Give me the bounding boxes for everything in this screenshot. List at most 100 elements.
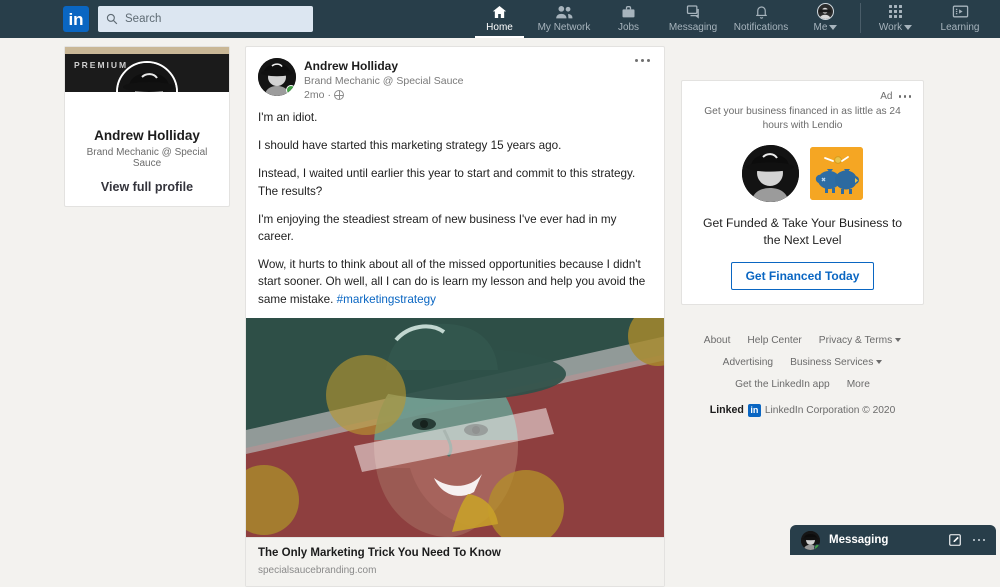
footer-link-business-services-label: Business Services	[790, 357, 873, 368]
post-paragraph: I should have started this marketing str…	[258, 137, 652, 154]
nav-item-messaging-label: Messaging	[669, 22, 717, 33]
nav-item-learning[interactable]: Learning	[926, 0, 994, 38]
avatar[interactable]	[258, 58, 296, 96]
post-link-preview[interactable]: The Only Marketing Trick You Need To Kno…	[246, 537, 664, 586]
more-options-icon	[909, 95, 912, 98]
more-options-icon	[647, 59, 650, 62]
nav-item-home[interactable]: Home	[469, 0, 530, 38]
right-sidebar: Ad Get your business financed in as litt…	[681, 80, 924, 417]
nav-item-jobs[interactable]: Jobs	[598, 0, 659, 38]
messaging-title: Messaging	[829, 534, 888, 546]
nav-item-me[interactable]: Me	[795, 0, 856, 38]
footer-copyright-text: LinkedIn Corporation © 2020	[765, 405, 895, 416]
nav-item-me-label: Me	[814, 22, 838, 33]
post-options-button[interactable]	[635, 59, 650, 62]
post-image-graphic	[246, 318, 664, 537]
ad-subtext: Get your business financed in as little …	[694, 105, 911, 134]
footer-row-1: About Help Center Privacy & Terms	[681, 335, 924, 346]
nav-item-work-label: Work	[879, 22, 912, 33]
post-image[interactable]	[246, 318, 664, 537]
post-author-meta: Andrew Holliday Brand Mechanic @ Special…	[304, 58, 464, 101]
more-options-icon	[899, 95, 902, 98]
bell-icon	[754, 3, 769, 20]
profile-headline: Brand Mechanic @ Special Sauce	[73, 147, 221, 169]
avatar[interactable]	[742, 145, 799, 202]
footer-link-get-app[interactable]: Get the LinkedIn app	[735, 379, 830, 390]
feed-column: Andrew Holliday Brand Mechanic @ Special…	[245, 46, 665, 587]
post-author-name[interactable]: Andrew Holliday	[304, 59, 464, 73]
nav-items: Home My Network Jobs	[469, 0, 1000, 38]
profile-name: Andrew Holliday	[73, 128, 221, 143]
nav-item-me-text: Me	[814, 22, 828, 33]
search-bar[interactable]: Search	[98, 6, 313, 32]
avatar[interactable]	[801, 531, 820, 550]
profile-card-body: Andrew Holliday Brand Mechanic @ Special…	[65, 92, 229, 206]
post-paragraph: I'm an idiot.	[258, 109, 652, 126]
nav-item-my-network-label: My Network	[538, 22, 591, 33]
footer-link-more[interactable]: More	[847, 379, 870, 390]
post-paragraph: Wow, it hurts to think about all of the …	[258, 258, 645, 305]
ad-card: Ad Get your business financed in as litt…	[681, 80, 924, 305]
linkedin-logo[interactable]: in	[63, 6, 89, 32]
footer-copyright: Linked in LinkedIn Corporation © 2020	[681, 404, 924, 417]
nav-item-work[interactable]: Work	[865, 0, 926, 38]
post-link-url: specialsaucebranding.com	[258, 565, 652, 576]
nav-item-notifications-label: Notifications	[734, 22, 788, 33]
more-options-icon	[983, 539, 986, 542]
footer: About Help Center Privacy & Terms Advert…	[681, 335, 924, 417]
premium-strip	[65, 47, 229, 54]
avatar-icon	[817, 3, 834, 20]
premium-badge: PREMIUM	[74, 60, 128, 70]
more-options-icon	[904, 95, 907, 98]
feed-post: Andrew Holliday Brand Mechanic @ Special…	[245, 46, 665, 587]
separator-dot: ·	[327, 89, 331, 101]
compose-icon[interactable]	[948, 533, 962, 547]
search-placeholder: Search	[125, 13, 161, 25]
chevron-down-icon	[829, 25, 837, 30]
more-options-icon	[635, 59, 638, 62]
profile-banner: PREMIUM	[65, 47, 229, 92]
view-full-profile-link[interactable]: View full profile	[73, 180, 221, 194]
ad-images	[694, 145, 911, 202]
nav-item-notifications[interactable]: Notifications	[727, 0, 795, 38]
profile-card[interactable]: PREMIUM Andrew Holliday Brand Mechanic @…	[64, 46, 230, 207]
nav-item-learning-label: Learning	[941, 22, 980, 33]
post-link-title: The Only Marketing Trick You Need To Kno…	[258, 547, 652, 559]
ad-options-button[interactable]	[899, 95, 912, 98]
messaging-options-button[interactable]	[973, 539, 986, 542]
grid-icon	[889, 3, 902, 20]
chevron-down-icon	[895, 338, 901, 342]
footer-link-business-services[interactable]: Business Services	[790, 357, 882, 368]
messaging-bar[interactable]: Messaging	[790, 525, 996, 555]
globe-icon	[334, 90, 344, 100]
top-navbar: in Search Home My Network	[0, 0, 1000, 38]
online-status-indicator	[814, 544, 820, 550]
home-icon	[491, 3, 508, 20]
post-timestamp-row: 2mo ·	[304, 89, 464, 101]
footer-link-privacy-terms[interactable]: Privacy & Terms	[819, 335, 901, 346]
post-header: Andrew Holliday Brand Mechanic @ Special…	[246, 47, 664, 101]
hashtag-link[interactable]: #marketingstrategy	[337, 293, 436, 306]
footer-link-advertising[interactable]: Advertising	[723, 357, 773, 368]
footer-link-help-center[interactable]: Help Center	[747, 335, 801, 346]
footer-link-about[interactable]: About	[704, 335, 731, 346]
online-status-indicator	[286, 85, 296, 95]
post-text: I'm an idiot. I should have started this…	[246, 101, 664, 318]
chevron-down-icon	[876, 360, 882, 364]
more-options-icon	[641, 59, 644, 62]
piggy-banks-icon[interactable]	[810, 147, 863, 200]
post-author-headline: Brand Mechanic @ Special Sauce	[304, 75, 464, 87]
get-financed-today-button[interactable]: Get Financed Today	[731, 262, 875, 290]
footer-link-privacy-terms-label: Privacy & Terms	[819, 335, 892, 346]
footer-brand-word: Linked	[710, 404, 744, 416]
post-paragraph-with-hashtag: Wow, it hurts to think about all of the …	[258, 256, 652, 308]
nav-divider	[860, 3, 861, 33]
briefcase-icon	[620, 3, 637, 20]
nav-item-messaging[interactable]: Messaging	[659, 0, 727, 38]
nav-item-jobs-label: Jobs	[618, 22, 639, 33]
more-options-icon	[978, 539, 981, 542]
message-icon	[685, 3, 702, 20]
more-options-icon	[973, 539, 976, 542]
nav-item-my-network[interactable]: My Network	[530, 0, 598, 38]
post-paragraph: I'm enjoying the steadiest stream of new…	[258, 211, 652, 245]
